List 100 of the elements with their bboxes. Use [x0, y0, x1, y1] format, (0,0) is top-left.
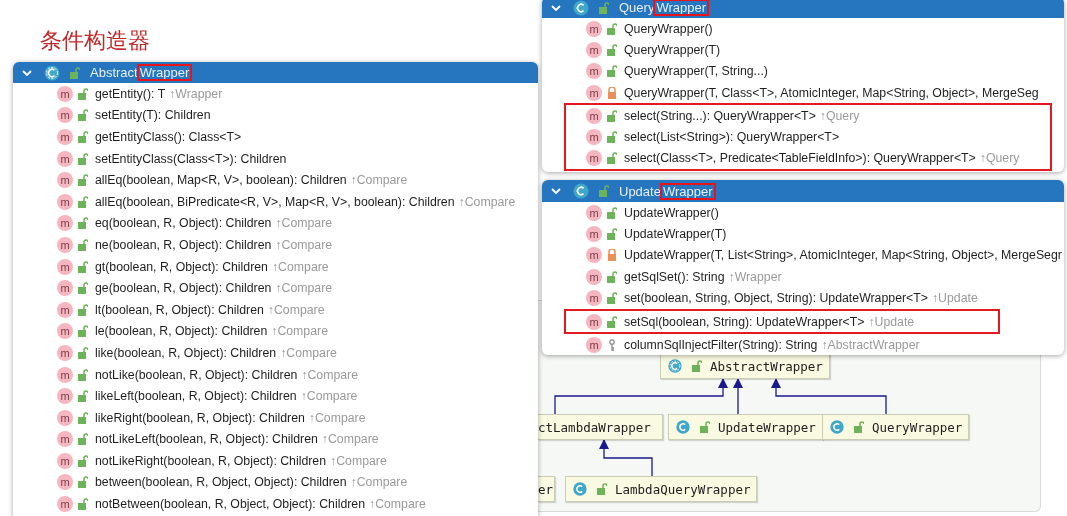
member-item[interactable]: m columnSqlInjectFilter(String): String ↑AbstractWrapper: [542, 334, 1064, 355]
method-icon: m: [586, 268, 602, 285]
method-signature: ne(boolean, R, Object): Children: [95, 237, 272, 252]
member-item[interactable]: m UpdateWrapper(): [542, 202, 1064, 224]
method-signature: likeLeft(boolean, R, Object): Children: [95, 389, 297, 404]
member-item[interactable]: m allEq(boolean, BiPredicate<R, V>, Map<R, V>, boolean): Children ↑Compare: [13, 190, 538, 213]
popup-header[interactable]: Query Wrapper: [542, 0, 1064, 18]
method-signature: ge(boolean, R, Object): Children: [95, 281, 272, 296]
method-signature: notLike(boolean, R, Object): Children: [95, 367, 298, 382]
method-icon: m: [57, 236, 73, 253]
class-name: QueryWrapper: [872, 419, 963, 435]
member-item[interactable]: m likeRight(boolean, R, Object): Children ↑Compare: [13, 406, 538, 429]
method-signature: getEntity(): T: [95, 86, 166, 101]
method-icon: m: [57, 129, 73, 145]
method-signature: gt(boolean, R, Object): Children: [95, 259, 268, 274]
member-item[interactable]: m gt(boolean, R, Object): Children ↑Compare: [13, 255, 538, 278]
inherited-from: ↑Compare: [301, 367, 359, 382]
member-item[interactable]: m getEntityClass(): Class<T>: [13, 126, 538, 148]
class-node[interactable]: UpdateWrapper: [668, 414, 823, 440]
member-item[interactable]: m ne(boolean, R, Object): Children ↑Compare: [13, 234, 538, 256]
method-signature: QueryWrapper(T, String...): [624, 64, 768, 79]
member-item[interactable]: m UpdateWrapper(T): [542, 223, 1064, 245]
method-signature: UpdateWrapper(): [624, 205, 719, 220]
member-item[interactable]: m notLikeRight(boolean, R, Object): Children ↑Compare: [13, 450, 538, 472]
method-icon: m: [57, 107, 73, 124]
member-item[interactable]: m QueryWrapper(T, String...): [542, 60, 1064, 82]
method-signature: between(boolean, R, Object, Object): Children: [95, 475, 347, 490]
member-item[interactable]: m notBetween(boolean, R, Object, Object): Children ↑Compare: [13, 493, 538, 515]
method-icon: m: [57, 474, 73, 491]
member-item[interactable]: m set(boolean, String, Object, String): UpdateWrapper<T> ↑Update: [542, 287, 1064, 309]
inherited-from: ↑Compare: [271, 324, 328, 339]
method-signature: select(String...): QueryWrapper<T>: [624, 108, 816, 123]
method-icon: m: [586, 226, 602, 243]
inherited-from: ↑Compare: [271, 259, 329, 274]
class-node[interactable]: LambdaQueryWrapper: [565, 476, 758, 502]
member-item[interactable]: m getSqlSet(): String ↑Wrapper: [542, 266, 1064, 288]
member-item[interactable]: m QueryWrapper(T): [542, 39, 1064, 61]
class-node[interactable]: AbstractWrapper: [660, 353, 830, 379]
member-item[interactable]: m like(boolean, R, Object): Children ↑Compare: [13, 342, 538, 364]
method-signature: UpdateWrapper(T): [624, 227, 727, 242]
inherited-from: ↑Query: [819, 108, 860, 123]
method-signature: lt(boolean, R, Object): Children: [95, 302, 264, 317]
method-icon: m: [57, 323, 73, 340]
method-signature: QueryWrapper(T, Class<T>, AtomicInteger, Map<String, Object>, MergeSeg: [624, 85, 1039, 100]
member-item[interactable]: m le(boolean, R, Object): Children ↑Compare: [13, 320, 538, 343]
member-item[interactable]: m between(boolean, R, Object, Object): Children ↑Compare: [13, 471, 538, 494]
member-item[interactable]: m QueryWrapper(T, Class<T>, AtomicInteger, Map<String, Object>, MergeSeg: [542, 81, 1064, 104]
member-item[interactable]: m lt(boolean, R, Object): Children ↑Compare: [13, 298, 538, 321]
method-icon: m: [57, 215, 73, 232]
member-item[interactable]: m setSql(boolean, String): UpdateWrapper<T> ↑Update: [566, 310, 998, 333]
class-name: Query Wrapper: [619, 0, 709, 15]
class-name: UpdateWrapper: [718, 419, 816, 435]
class-node[interactable]: er: [538, 476, 555, 502]
member-item[interactable]: m notLikeLeft(boolean, R, Object): Children ↑Compare: [13, 428, 538, 451]
inherited-from: ↑Compare: [369, 497, 426, 512]
method-icon: m: [57, 280, 73, 297]
method-signature: notLikeRight(boolean, R, Object): Children: [95, 453, 327, 468]
inherited-from: ↑Compare: [321, 432, 379, 447]
method-icon: m: [586, 107, 602, 124]
member-item[interactable]: m select(List<String>): QueryWrapper<T>: [566, 126, 1050, 148]
unlocked-icon: [692, 360, 702, 372]
method-icon: m: [57, 496, 73, 513]
method-signature: setEntity(T): Children: [95, 108, 211, 123]
method-signature: setEntityClass(Class<T>): Children: [95, 151, 287, 166]
method-signature: notBetween(boolean, R, Object, Object): Children: [95, 497, 365, 512]
method-icon: m: [586, 20, 602, 37]
class-name: Abstract Wrapper: [90, 65, 192, 80]
method-icon: m: [586, 63, 602, 80]
member-item[interactable]: m QueryWrapper(): [542, 18, 1064, 40]
method-signature: eq(boolean, R, Object): Children: [95, 216, 272, 231]
class-node[interactable]: QueryWrapper: [822, 414, 970, 440]
member-item[interactable]: m ge(boolean, R, Object): Children ↑Compare: [13, 277, 538, 299]
method-signature: like(boolean, R, Object): Children: [95, 345, 277, 360]
unlocked-icon: [70, 66, 80, 79]
member-item[interactable]: m UpdateWrapper(T, List<String>, AtomicInteger, Map<String, Object>, MergeSegr: [542, 244, 1064, 267]
method-signature: allEq(boolean, Map<R, V>, boolean): Children: [95, 173, 347, 188]
method-icon: m: [57, 431, 73, 448]
class-name: Update Wrapper: [619, 183, 715, 199]
class-node[interactable]: ctLambdaWrapper: [538, 414, 663, 440]
inheritance-arrow: [599, 438, 653, 477]
member-item[interactable]: m eq(boolean, R, Object): Children ↑Compare: [13, 212, 538, 235]
member-item[interactable]: m likeLeft(boolean, R, Object): Children ↑Compare: [13, 385, 538, 407]
member-item[interactable]: m allEq(boolean, Map<R, V>, boolean): Children ↑Compare: [13, 169, 538, 191]
method-signature: notLikeLeft(boolean, R, Object): Children: [95, 432, 318, 447]
member-item[interactable]: m setEntityClass(Class<T>): Children: [13, 147, 538, 170]
popup-header[interactable]: Abstract Wrapper: [13, 62, 538, 83]
method-icon: m: [586, 204, 602, 221]
slide-title: 条件构造器: [40, 27, 150, 55]
member-item[interactable]: m getEntity(): T ↑Wrapper: [13, 83, 538, 105]
member-item[interactable]: m notLike(boolean, R, Object): Children ↑Compare: [13, 363, 538, 386]
popup-header[interactable]: Update Wrapper: [542, 180, 1064, 202]
unlocked-icon: [599, 185, 609, 197]
member-item[interactable]: m select(String...): QueryWrapper<T> ↑Query: [566, 105, 1050, 127]
inherited-from: ↑Update: [868, 314, 915, 329]
method-icon: m: [57, 258, 73, 275]
member-item[interactable]: m setEntity(T): Children: [13, 104, 538, 127]
member-item[interactable]: m select(Class<T>, Predicate<TableFieldInfo>): QueryWrapper<T> ↑Query: [566, 147, 1050, 170]
method-icon: m: [586, 129, 602, 146]
class-name: AbstractWrapper: [710, 358, 823, 374]
inherited-from: ↑Compare: [275, 281, 333, 296]
